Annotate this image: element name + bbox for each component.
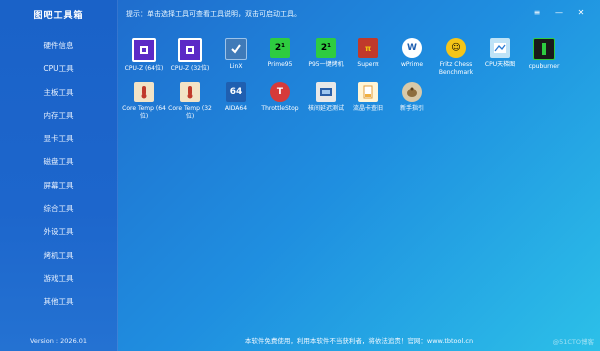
tool-label: Prime95 bbox=[267, 61, 293, 68]
tool-cpuz-64[interactable]: CPU-Z (64位) bbox=[122, 38, 166, 73]
sidebar-item-memory-tools[interactable]: 内存工具 bbox=[0, 104, 117, 127]
sidebar-item-cpu-tools[interactable]: CPU工具 bbox=[0, 57, 117, 80]
tool-wprime[interactable]: W wPrime bbox=[390, 38, 434, 69]
superpi-icon: π bbox=[358, 38, 378, 58]
throttlestop-icon: T bbox=[270, 82, 290, 102]
tool-label: LinX bbox=[229, 63, 243, 70]
tool-throttlestop[interactable]: T ThrottleStop bbox=[258, 82, 302, 113]
version-label: Version : 2026.01 bbox=[29, 337, 88, 345]
tool-label: cpuburner bbox=[528, 63, 560, 70]
tool-cpuburner[interactable]: cpuburner bbox=[522, 38, 566, 71]
tool-superpi[interactable]: π Superπ bbox=[346, 38, 390, 69]
tool-label: CPU-Z (32位) bbox=[170, 65, 210, 72]
tool-label: CPU-Z (64位) bbox=[124, 65, 164, 72]
sidebar-item-screen-tools[interactable]: 屏幕工具 bbox=[0, 174, 117, 197]
linx-icon bbox=[225, 38, 247, 60]
latency-icon bbox=[316, 82, 336, 102]
tool-flow-card[interactable]: 流晶卡查旧 bbox=[346, 82, 390, 113]
sidebar-item-game-tools[interactable]: 游戏工具 bbox=[0, 267, 117, 290]
tool-label: wPrime bbox=[400, 61, 424, 68]
tool-cpu-ladder[interactable]: CPU天梯图 bbox=[478, 38, 522, 69]
cpuburner-icon bbox=[533, 38, 555, 60]
tool-prime95[interactable]: 2¹ Prime95 bbox=[258, 38, 302, 69]
tool-label: Fritz Chess Benchmark bbox=[438, 61, 474, 76]
document-icon bbox=[358, 82, 378, 102]
tool-label: 新手指引 bbox=[399, 105, 424, 112]
app-title: 图吧工具箱 bbox=[33, 11, 84, 21]
prime95-icon: 2¹ bbox=[316, 38, 336, 58]
tool-label: CPU天梯图 bbox=[484, 61, 516, 68]
close-icon[interactable]: ✕ bbox=[575, 7, 587, 19]
watermark: @51CTO博客 bbox=[552, 338, 594, 346]
cpu-chip-icon bbox=[132, 38, 156, 62]
sidebar-item-motherboard-tools[interactable]: 主板工具 bbox=[0, 81, 117, 104]
sidebar-nav: 硬件信息 CPU工具 主板工具 内存工具 显卡工具 磁盘工具 屏幕工具 综合工具… bbox=[0, 34, 117, 314]
sidebar-item-hardware-info[interactable]: 硬件信息 bbox=[0, 34, 117, 57]
cpu-chip-icon bbox=[178, 38, 202, 62]
cpu-ladder-icon bbox=[490, 38, 510, 58]
tool-core-latency[interactable]: 核间延迟测试 bbox=[304, 82, 348, 113]
thermometer-icon bbox=[134, 82, 154, 102]
sidebar-item-stress-tools[interactable]: 烤机工具 bbox=[0, 244, 117, 267]
tool-cpuz-32[interactable]: CPU-Z (32位) bbox=[168, 38, 212, 73]
minimize-icon[interactable]: — bbox=[553, 7, 565, 19]
sidebar-item-disk-tools[interactable]: 磁盘工具 bbox=[0, 150, 117, 173]
tool-label: AIDA64 bbox=[224, 105, 248, 112]
prime95-icon: 2¹ bbox=[270, 38, 290, 58]
aida64-icon: 64 bbox=[226, 82, 246, 102]
tool-coretemp-64[interactable]: Core Temp (64位) bbox=[122, 82, 166, 121]
fritz-smiley-icon: ☺ bbox=[446, 38, 466, 58]
tool-label: Core Temp (64位) bbox=[122, 105, 166, 120]
tool-label: P95一键烤机 bbox=[308, 61, 344, 68]
sidebar-item-general-tools[interactable]: 综合工具 bbox=[0, 197, 117, 220]
teapot-icon bbox=[402, 82, 422, 102]
tool-p95-stress[interactable]: 2¹ P95一键烤机 bbox=[304, 38, 348, 69]
tool-coretemp-32[interactable]: Core Temp (32位) bbox=[168, 82, 212, 121]
thermometer-icon bbox=[180, 82, 200, 102]
menu-icon[interactable]: ≡ bbox=[531, 7, 543, 19]
sidebar-item-other-tools[interactable]: 其他工具 bbox=[0, 290, 117, 313]
tool-label: Superπ bbox=[357, 61, 379, 68]
footer-notice: 本软件免费使用，利用本软件不当获利者，将依法追责！官网：www.tbtool.c… bbox=[244, 337, 474, 345]
tool-fritz-chess[interactable]: ☺ Fritz Chess Benchmark bbox=[434, 38, 478, 77]
sidebar: 图吧工具箱 硬件信息 CPU工具 主板工具 内存工具 显卡工具 磁盘工具 屏幕工… bbox=[0, 0, 118, 351]
tool-aida64[interactable]: 64 AIDA64 bbox=[214, 82, 258, 113]
tool-beginner-guide[interactable]: 新手指引 bbox=[390, 82, 434, 113]
tool-label: ThrottleStop bbox=[261, 105, 299, 112]
sidebar-item-peripheral-tools[interactable]: 外设工具 bbox=[0, 220, 117, 243]
sidebar-item-gpu-tools[interactable]: 显卡工具 bbox=[0, 127, 117, 150]
tool-label: 核间延迟测试 bbox=[307, 105, 344, 112]
tool-linx[interactable]: LinX bbox=[214, 38, 258, 71]
wprime-icon: W bbox=[402, 38, 422, 58]
top-bar: 提示：单击选择工具可查看工具说明，双击可启动工具。 ≡ — ✕ bbox=[118, 0, 600, 26]
tool-label: Core Temp (32位) bbox=[168, 105, 212, 120]
hint-text: 提示：单击选择工具可查看工具说明，双击可启动工具。 bbox=[126, 10, 301, 18]
tool-label: 流晶卡查旧 bbox=[352, 105, 383, 112]
